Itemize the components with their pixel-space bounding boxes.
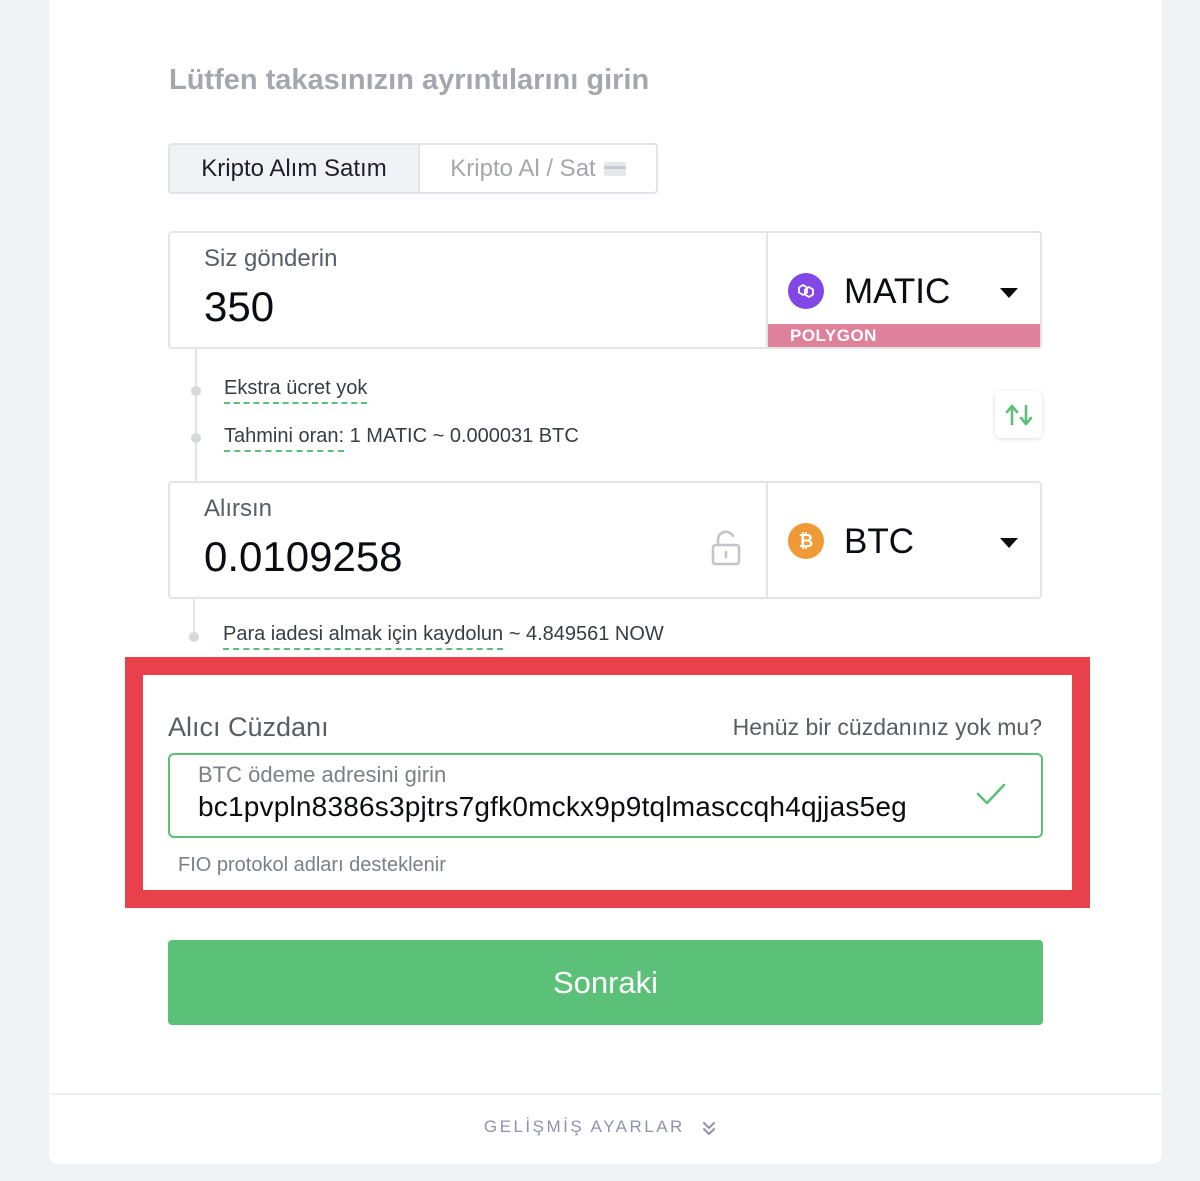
timeline-line xyxy=(195,349,197,481)
next-button[interactable]: Sonraki xyxy=(168,940,1043,1025)
credit-card-icon xyxy=(603,161,626,176)
tab-label: Kripto Alım Satım xyxy=(201,154,387,182)
wallet-address-input[interactable]: BTC ödeme adresini girin bc1pvpln8386s3p… xyxy=(168,753,1043,838)
send-label: Siz gönderin xyxy=(204,245,338,272)
fee-text: Ekstra ücret yok xyxy=(224,377,368,404)
swap-currencies-button[interactable] xyxy=(995,391,1042,438)
tab-crypto-exchange[interactable]: Kripto Alım Satım xyxy=(170,145,420,192)
page-title: Lütfen takasınızın ayrıntılarını girin xyxy=(169,64,650,96)
advanced-settings-toggle[interactable]: GELİŞMİŞ AYARLAR xyxy=(0,1117,1200,1137)
fee-info[interactable]: Ekstra ücret yok xyxy=(224,377,368,404)
tab-label: Kripto Al / Sat xyxy=(450,154,596,182)
svg-text:₿: ₿ xyxy=(799,531,814,552)
timeline-dot xyxy=(189,632,199,642)
polygon-icon xyxy=(788,273,824,309)
fio-support-note: FIO protokol adları desteklenir xyxy=(178,854,446,876)
receive-amount-field[interactable]: Alırsın 0.0109258 xyxy=(170,483,768,597)
check-icon xyxy=(975,782,1007,811)
tab-buy-sell-crypto[interactable]: Kripto Al / Sat xyxy=(420,145,656,192)
no-wallet-link[interactable]: Henüz bir cüzdanınız yok mu? xyxy=(733,714,1042,741)
send-amount-field[interactable]: Siz gönderin 350 xyxy=(170,233,768,347)
receive-currency-name: BTC xyxy=(844,522,914,561)
timeline-line xyxy=(193,599,195,634)
refund-info: Para iadesi almak için kaydolun ~ 4.8495… xyxy=(223,623,664,650)
exchange-type-tabs: Kripto Alım Satım Kripto Al / Sat xyxy=(168,143,658,194)
timeline-dot xyxy=(191,433,201,443)
unlock-icon[interactable] xyxy=(710,529,742,572)
chevron-down-icon xyxy=(1000,288,1018,298)
recipient-wallet-label: Alıcı Cüzdanı xyxy=(168,712,329,742)
send-amount-input[interactable]: 350 xyxy=(204,283,274,331)
receive-amount-value: 0.0109258 xyxy=(204,533,403,580)
address-value[interactable]: bc1pvpln8386s3pjtrs7gfk0mckx9p9tqlmasccq… xyxy=(198,791,907,823)
refund-signup-link[interactable]: Para iadesi almak için kaydolun xyxy=(223,623,504,650)
send-currency-name: MATIC xyxy=(844,272,951,311)
receive-label: Alırsın xyxy=(204,495,273,522)
rate-info: Tahmini oran: 1 MATIC ~ 0.000031 BTC xyxy=(224,425,579,452)
rate-value: 1 MATIC ~ 0.000031 BTC xyxy=(349,425,579,447)
swap-arrows-icon xyxy=(1005,404,1032,425)
timeline-dot xyxy=(191,386,201,396)
bitcoin-icon: ₿ xyxy=(788,523,824,559)
advanced-settings-label: GELİŞMİŞ AYARLAR xyxy=(483,1117,685,1136)
refund-value: ~ 4.849561 NOW xyxy=(508,623,664,645)
footer-divider xyxy=(49,1093,1162,1095)
chevron-down-icon xyxy=(1000,538,1018,548)
network-badge: POLYGON xyxy=(768,324,1040,347)
address-placeholder: BTC ödeme adresini girin xyxy=(198,762,447,787)
send-currency-select[interactable]: MATIC POLYGON xyxy=(768,233,1040,347)
rate-prefix[interactable]: Tahmini oran: xyxy=(224,425,345,452)
double-chevron-down-icon xyxy=(703,1121,716,1135)
send-amount-box: Siz gönderin 350 MATIC POLYGON xyxy=(168,231,1042,349)
next-button-label: Sonraki xyxy=(552,964,659,1000)
receive-amount-box: Alırsın 0.0109258 ₿ BTC xyxy=(168,481,1042,599)
receive-currency-select[interactable]: ₿ BTC xyxy=(768,483,1040,597)
